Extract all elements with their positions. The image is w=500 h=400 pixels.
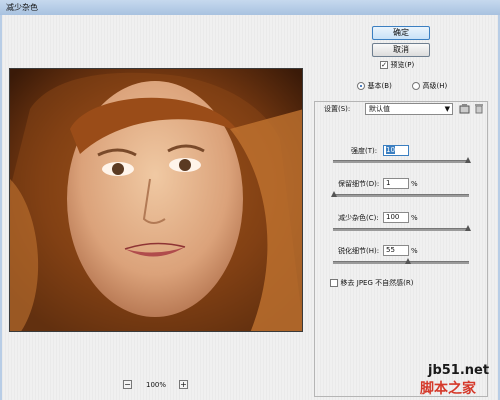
save-settings-icon[interactable]: [459, 103, 470, 114]
basic-label: 基本(B): [367, 82, 392, 90]
preserve-details-slider-thumb[interactable]: [331, 191, 338, 197]
settings-dropdown[interactable]: 默认值 ▼: [365, 103, 453, 115]
preview-image[interactable]: [9, 68, 303, 332]
strength-input[interactable]: 10: [383, 145, 409, 156]
sharpen-label: 锐化细节(H):: [338, 247, 380, 255]
sharpen-input[interactable]: 55: [383, 245, 409, 256]
settings-value: 默认值: [369, 105, 390, 113]
preview-option[interactable]: ✓ 预览(P): [380, 60, 414, 70]
strength-slider[interactable]: [333, 157, 471, 163]
settings-label: 设置(S):: [324, 105, 351, 113]
portrait-photo: [10, 69, 302, 331]
mode-advanced[interactable]: 高级(H): [412, 81, 447, 91]
strength-label: 强度(T):: [351, 147, 378, 155]
watermark-site: jb51.net: [428, 363, 490, 378]
mode-basic[interactable]: 基本(B): [357, 81, 392, 91]
zoom-in-button[interactable]: +: [179, 380, 188, 389]
sharpen-slider-thumb[interactable]: [404, 258, 411, 264]
strength-slider-thumb[interactable]: [464, 157, 471, 163]
sharpen-unit: %: [411, 247, 418, 255]
window-title: 减少杂色: [6, 3, 38, 12]
watermark-brand: 脚本之家: [420, 381, 476, 397]
trash-icon[interactable]: [474, 103, 484, 114]
chevron-down-icon: ▼: [444, 105, 450, 113]
preserve-details-input[interactable]: 1: [383, 178, 409, 189]
preserve-details-unit: %: [411, 180, 418, 188]
zoom-out-button[interactable]: −: [123, 380, 132, 389]
reduce-noise-unit: %: [411, 214, 418, 222]
advanced-radio[interactable]: [412, 81, 420, 90]
title-bar: 减少杂色: [0, 0, 500, 16]
zoom-controls: − 100% +: [123, 380, 193, 392]
cancel-button[interactable]: 取消: [372, 43, 430, 57]
sharpen-slider[interactable]: [333, 258, 469, 264]
ok-button[interactable]: 确定: [372, 26, 430, 40]
jpeg-checkbox[interactable]: [330, 278, 338, 287]
preserve-details-label: 保留细节(D):: [338, 180, 380, 188]
preview-label: 预览(P): [390, 61, 415, 69]
reduce-noise-slider-thumb[interactable]: [464, 225, 471, 231]
reduce-noise-slider[interactable]: [333, 225, 471, 231]
jpeg-option[interactable]: 移去 JPEG 不自然感(R): [330, 278, 413, 288]
jpeg-label: 移去 JPEG 不自然感(R): [340, 279, 414, 287]
reduce-noise-input[interactable]: 100: [383, 212, 409, 223]
preserve-details-slider[interactable]: [331, 191, 469, 197]
preview-checkbox[interactable]: ✓: [380, 60, 388, 69]
zoom-level: 100%: [145, 381, 166, 389]
reduce-noise-label: 减少杂色(C):: [338, 214, 379, 222]
advanced-label: 高级(H): [422, 82, 448, 90]
basic-radio[interactable]: [357, 81, 365, 90]
